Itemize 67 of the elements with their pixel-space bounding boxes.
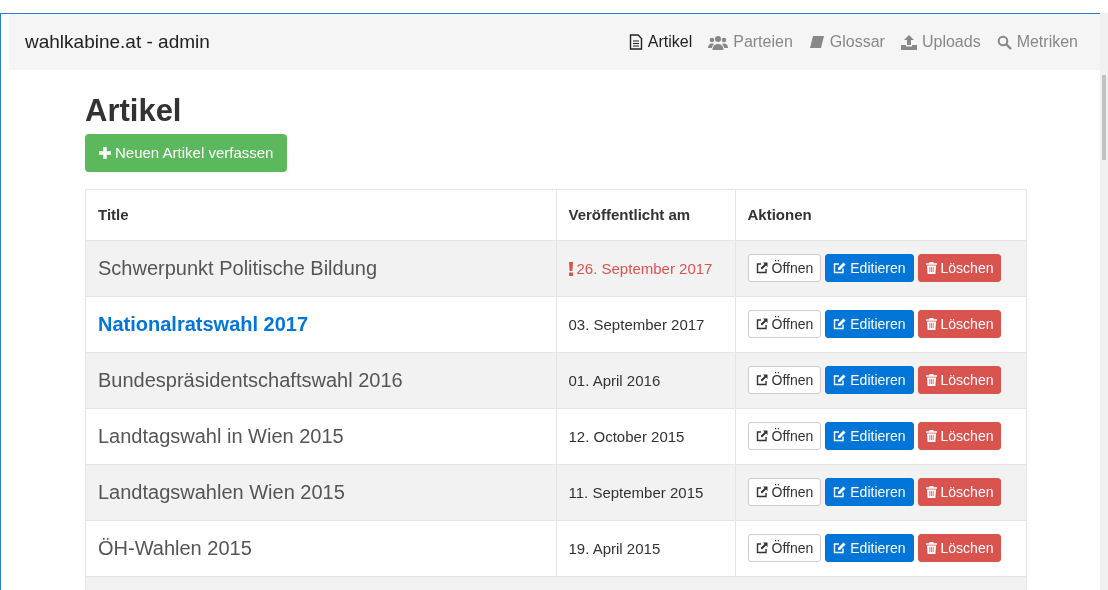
article-title[interactable]: Nationalratswahl 2017 (98, 313, 309, 335)
plus-icon (99, 147, 111, 159)
edit-icon (833, 542, 847, 554)
column-header: Title (86, 190, 556, 240)
nav-link[interactable]: Uploads (900, 30, 981, 54)
delete-button[interactable]: Löschen (917, 366, 1002, 394)
document-icon (628, 34, 643, 50)
open-button[interactable]: Öffnen (747, 478, 822, 506)
edit-button[interactable]: Editieren (825, 534, 914, 562)
trash-icon (925, 430, 937, 442)
trash-icon (925, 262, 937, 274)
external-link-icon (755, 374, 768, 386)
external-link-icon (755, 486, 768, 498)
publish-date: 11. September 2015 (568, 482, 704, 503)
edit-button[interactable]: Editieren (825, 422, 914, 450)
search-icon (996, 34, 1012, 50)
external-link-icon (755, 262, 768, 274)
edit-icon (833, 374, 847, 386)
upload-icon (900, 34, 917, 50)
edit-button[interactable]: Editieren (825, 254, 914, 282)
open-button[interactable]: Öffnen (747, 534, 822, 562)
trash-icon (925, 486, 937, 498)
publish-date: 03. September 2017 (568, 314, 705, 335)
edit-button[interactable]: Editieren (825, 478, 914, 506)
delete-button[interactable]: Löschen (917, 478, 1002, 506)
article-title: Schwerpunkt Politische Bildung (98, 257, 378, 279)
edit-button[interactable]: Editieren (825, 310, 914, 338)
article-title: Landtagswahl in Wien 2015 (98, 425, 344, 447)
nav-link[interactable]: Parteien (708, 30, 793, 54)
exclamation-icon (568, 261, 573, 276)
delete-button[interactable]: Löschen (917, 534, 1002, 562)
edit-icon (833, 318, 847, 330)
delete-button[interactable]: Löschen (917, 422, 1002, 450)
page-title: Artikel (85, 92, 183, 130)
trash-icon (925, 542, 937, 554)
open-button[interactable]: Öffnen (747, 310, 822, 338)
nav-link[interactable]: Glossar (808, 30, 885, 54)
publish-date: 26. September 2017 (576, 258, 713, 279)
external-link-icon (755, 542, 768, 554)
nav-link[interactable]: Metriken (996, 30, 1078, 54)
brand-title[interactable]: wahlkabine.at - admin (25, 27, 210, 57)
article-title: Bundespräsidentschaftswahl 2016 (98, 369, 403, 391)
edit-icon (833, 262, 847, 274)
scrollbar-thumb[interactable] (1102, 75, 1106, 160)
publish-date: 12. October 2015 (568, 426, 685, 447)
edit-button[interactable]: Editieren (825, 366, 914, 394)
users-icon (708, 34, 729, 50)
edit-icon (833, 430, 847, 442)
article-title: ÖH-Wahlen 2015 (98, 537, 252, 559)
open-button[interactable]: Öffnen (747, 422, 822, 450)
open-button[interactable]: Öffnen (747, 366, 822, 394)
column-header: Aktionen (735, 190, 1026, 240)
trash-icon (925, 318, 937, 330)
scrollbar[interactable] (1100, 13, 1108, 590)
article-title: Landtagswahlen Wien 2015 (98, 481, 345, 503)
new-article-button[interactable]: Neuen Artikel verfassen (85, 134, 288, 172)
external-link-icon (755, 430, 768, 442)
publish-date: 19. April 2015 (568, 538, 661, 559)
column-header: Veröffentlicht am (556, 190, 735, 240)
delete-button[interactable]: Löschen (917, 254, 1002, 282)
open-button[interactable]: Öffnen (747, 254, 822, 282)
publish-date: 01. April 2016 (568, 370, 661, 391)
external-link-icon (755, 318, 768, 330)
nav-link[interactable]: Artikel (628, 30, 693, 54)
delete-button[interactable]: Löschen (917, 310, 1002, 338)
trash-icon (925, 374, 937, 386)
edit-icon (833, 486, 847, 498)
